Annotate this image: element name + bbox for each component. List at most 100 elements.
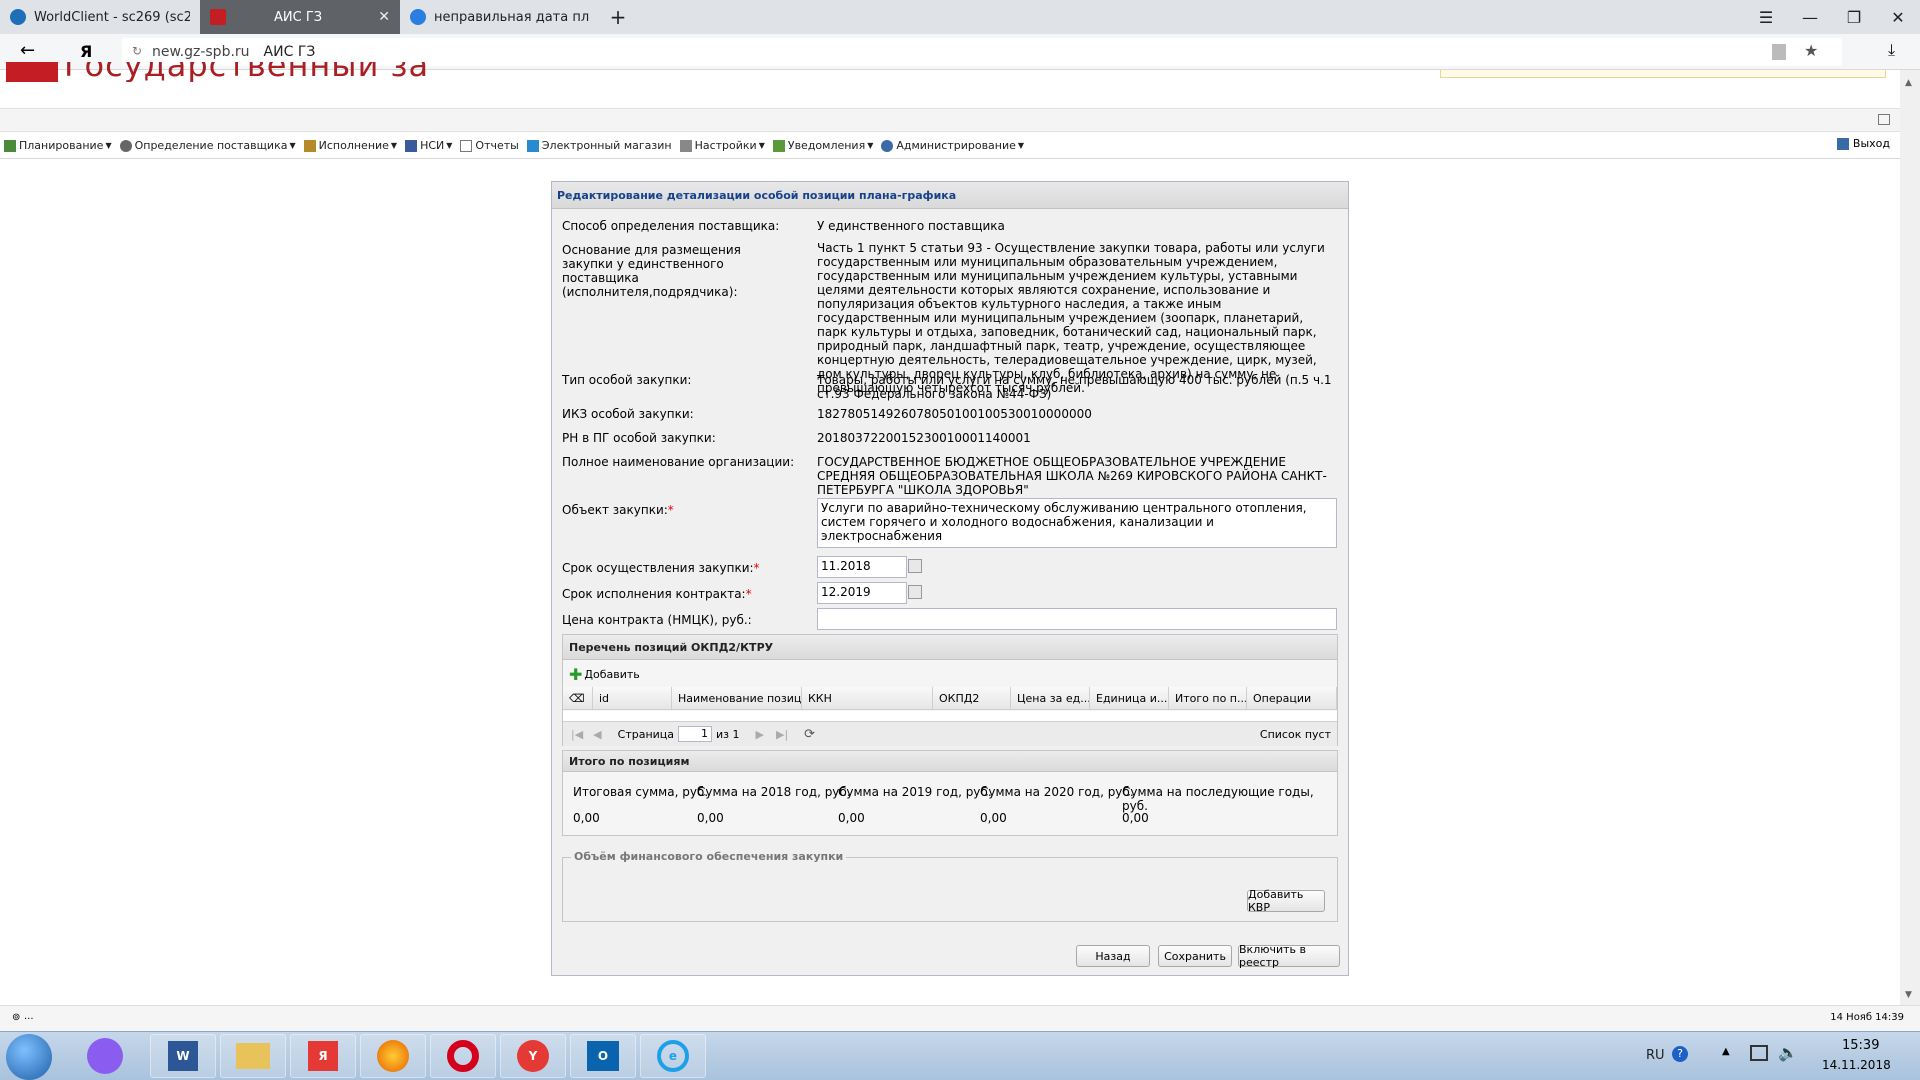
new-tab-button[interactable]: +	[596, 0, 640, 34]
execution-icon	[303, 139, 316, 152]
col-okpd2[interactable]: ОКПД2	[933, 687, 1011, 709]
protect-icon[interactable]	[1772, 44, 1786, 60]
org-label: Полное наименование организации:	[562, 455, 795, 469]
restore-icon[interactable]: ❐	[1832, 0, 1876, 34]
minimize-icon[interactable]: —	[1788, 0, 1832, 34]
language-indicator[interactable]: RU	[1646, 1048, 1665, 1063]
menu-admin[interactable]: Администрирование ▼	[877, 139, 1028, 152]
close-window-icon[interactable]: ✕	[1876, 0, 1920, 34]
word-icon[interactable]: W	[150, 1034, 216, 1078]
object-label: Объект закупки:*	[562, 503, 674, 517]
method-value: У единственного поставщика	[817, 219, 1005, 233]
col-id[interactable]: id	[593, 687, 672, 709]
price-input[interactable]	[817, 608, 1337, 630]
col-operations[interactable]: Операции	[1247, 687, 1337, 709]
filter-clear-icon[interactable]: ⌫	[563, 687, 593, 709]
refresh-icon[interactable]: ↻	[132, 44, 142, 58]
scroll-up-icon[interactable]: ▲	[1905, 78, 1912, 88]
back-form-button[interactable]: Назад	[1076, 945, 1150, 967]
tab-worldclient[interactable]: WorldClient - sc269 (sc269@	[0, 0, 200, 34]
add-kvr-button[interactable]: Добавить КВР	[1247, 888, 1325, 914]
internet-explorer-icon[interactable]: e	[640, 1034, 706, 1078]
admin-icon	[881, 139, 894, 152]
voice-search-icon[interactable]	[70, 1034, 140, 1078]
tab-ais-gz[interactable]: АИС ГЗ ✕	[200, 0, 400, 34]
type-value: Товары, работы или услуги на сумму, не п…	[817, 373, 1332, 401]
menu-shop[interactable]: Электронный магазин	[523, 139, 676, 152]
org-value: ГОСУДАРСТВЕННОЕ БЮДЖЕТНОЕ ОБЩЕОБРАЗОВАТЕ…	[817, 455, 1327, 497]
sum-2020-label: Сумма на 2020 год, руб.	[980, 785, 1134, 799]
windows-taskbar: W Я Y O e RU ? ▲ 🔈 15:39 14.11.2018	[0, 1031, 1920, 1080]
page-of-label: из 1	[716, 727, 740, 741]
refresh-icon[interactable]: ⟳	[804, 727, 815, 742]
col-name[interactable]: Наименование позиц...	[672, 687, 802, 709]
start-button[interactable]	[6, 1034, 52, 1080]
url-page-title: АИС ГЗ	[263, 44, 316, 60]
worldclient-icon	[10, 9, 26, 25]
outlook-icon[interactable]: O	[570, 1034, 636, 1078]
add-position-button[interactable]: ✚ Добавить	[569, 665, 640, 684]
menu-planning[interactable]: Планирование ▼	[0, 139, 116, 152]
edit-position-panel: Редактирование детализации особой позици…	[551, 181, 1349, 976]
include-registry-button[interactable]: Включить в реестр	[1238, 943, 1340, 969]
collapse-icon[interactable]	[1878, 114, 1890, 125]
yandex-icon[interactable]: Y	[500, 1034, 566, 1078]
type-label: Тип особой закупки:	[562, 373, 692, 387]
okpd-pager: |◀ ◀ Страница 1 из 1 ▶ ▶| ⟳ Список пуст	[563, 721, 1337, 746]
col-total[interactable]: Итого по п...	[1169, 687, 1247, 709]
tab-wrong-date[interactable]: неправильная дата планир	[400, 0, 600, 34]
yandex-logo-button[interactable]: Я	[80, 42, 92, 61]
exec-input[interactable]: 12.2019	[817, 582, 907, 604]
network-icon[interactable]	[1750, 1045, 1768, 1061]
page-scrollbar[interactable]: ▲ ▼	[1900, 70, 1920, 1005]
rn-value: 2018037220015230010001140001	[817, 431, 1031, 445]
logo-text: Государственный заказ	[64, 62, 426, 82]
back-button[interactable]: ←	[20, 40, 35, 61]
menu-reports[interactable]: Отчеты	[456, 139, 522, 152]
last-page-icon[interactable]: ▶|	[776, 728, 788, 741]
save-button[interactable]: Сохранить	[1158, 945, 1232, 967]
opera-icon[interactable]	[430, 1034, 496, 1078]
exit-button[interactable]: Выход	[1836, 137, 1890, 150]
close-icon[interactable]: ✕	[378, 9, 390, 25]
firefox-icon[interactable]	[360, 1034, 426, 1078]
tray-expand-icon[interactable]: ▲	[1722, 1046, 1730, 1057]
okpd-panel: Перечень позиций ОКПД2/КТРУ ✚ Добавить ⌫…	[562, 634, 1338, 746]
volume-icon[interactable]: 🔈	[1778, 1043, 1798, 1062]
menu-nsi[interactable]: НСИ ▼	[401, 139, 456, 152]
status-datetime: 14 Нояб 14:39	[1830, 1012, 1904, 1023]
col-price[interactable]: Цена за ед...	[1011, 687, 1090, 709]
object-textarea[interactable]: Услуги по аварийно-техническому обслужив…	[817, 498, 1337, 548]
sum-2020-value: 0,00	[980, 811, 1007, 825]
prev-page-icon[interactable]: ◀	[593, 728, 601, 741]
menu-execution[interactable]: Исполнение ▼	[300, 139, 401, 152]
first-page-icon[interactable]: |◀	[571, 728, 583, 741]
bookmark-star-icon[interactable]: ★	[1804, 41, 1818, 60]
supplier-icon	[119, 139, 132, 152]
globe-icon	[410, 9, 426, 25]
term-input[interactable]: 11.2018	[817, 556, 907, 578]
calendar-icon[interactable]	[908, 585, 922, 599]
download-icon[interactable]: ⤓	[1888, 40, 1895, 60]
help-icon[interactable]: ?	[1672, 1046, 1688, 1062]
yandex-browser-icon[interactable]: Я	[290, 1034, 356, 1078]
col-kkn[interactable]: ККН	[802, 687, 933, 709]
scroll-down-icon[interactable]: ▼	[1905, 990, 1912, 1000]
explorer-icon[interactable]	[220, 1034, 286, 1078]
menu-settings[interactable]: Настройки ▼	[676, 139, 769, 152]
clock-time[interactable]: 15:39	[1842, 1038, 1879, 1053]
col-unit[interactable]: Единица и...	[1090, 687, 1169, 709]
totals-panel: Итого по позициям Итоговая сумма, руб. С…	[562, 750, 1338, 836]
page-input[interactable]: 1	[678, 726, 713, 742]
menu-supplier[interactable]: Определение поставщика ▼	[116, 139, 300, 152]
next-page-icon[interactable]: ▶	[756, 728, 764, 741]
notice-box	[1440, 70, 1886, 78]
menu-icon[interactable]: ☰	[1744, 0, 1788, 34]
clock-date[interactable]: 14.11.2018	[1822, 1058, 1891, 1072]
menu-notifications[interactable]: Уведомления ▼	[769, 139, 878, 152]
calendar-icon[interactable]	[908, 559, 922, 573]
sum-2018-label: Сумма на 2018 год, руб.	[697, 785, 851, 799]
status-bar: ⊚ ... 14 Нояб 14:39	[0, 1005, 1920, 1031]
site-logo[interactable]: Государственный заказ	[6, 62, 426, 82]
sum-2018-value: 0,00	[697, 811, 724, 825]
